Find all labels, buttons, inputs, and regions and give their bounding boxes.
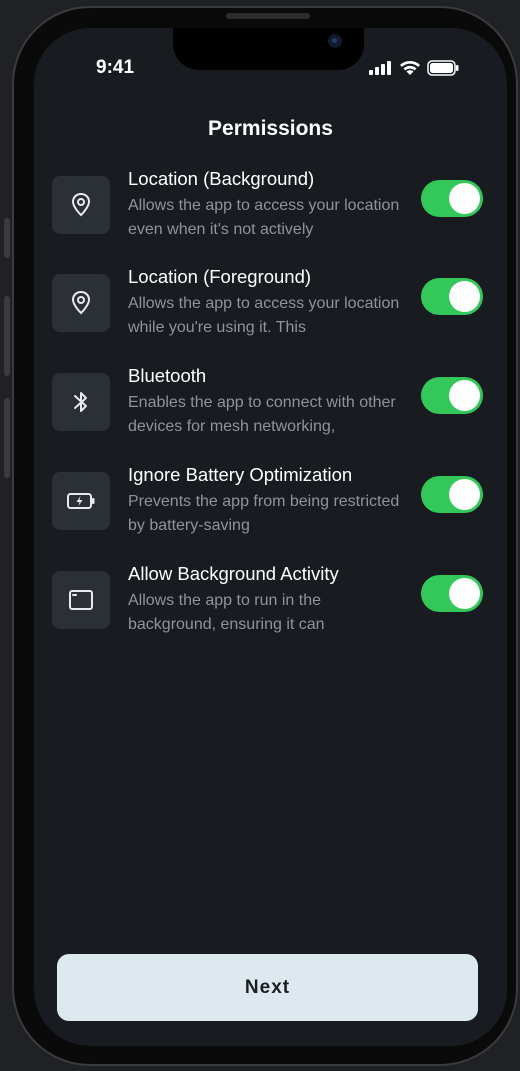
battery-optimization-toggle[interactable] — [421, 476, 483, 513]
volume-down-button — [4, 398, 10, 478]
permission-title: Allow Background Activity — [128, 563, 339, 584]
permission-description: Allows the app to run in the background,… — [128, 592, 325, 633]
permission-row-location-background: Location (Background) Allows the app to … — [52, 168, 492, 250]
permission-description: Allows the app to access your location e… — [128, 197, 400, 238]
permission-row-battery: Ignore Battery Optimization Prevents the… — [52, 464, 492, 546]
background-activity-toggle[interactable] — [421, 575, 483, 612]
signal-icon — [369, 61, 391, 75]
battery-charging-icon — [52, 472, 110, 530]
mute-switch — [4, 218, 10, 258]
notch — [173, 28, 364, 70]
toggle-knob — [449, 183, 480, 214]
speaker-slot — [226, 13, 310, 19]
camera-icon — [328, 34, 342, 48]
permission-row-bluetooth: Bluetooth Enables the app to connect wit… — [52, 365, 492, 447]
wifi-icon — [400, 61, 420, 75]
toggle-knob — [449, 281, 480, 312]
location-pin-icon — [52, 176, 110, 234]
permission-title: Bluetooth — [128, 365, 207, 386]
battery-icon — [427, 60, 459, 76]
status-icons — [369, 60, 459, 76]
permission-title: Ignore Battery Optimization — [128, 464, 353, 485]
next-button[interactable]: Next — [57, 954, 478, 1021]
location-pin-icon — [52, 274, 110, 332]
permission-row-location-foreground: Location (Foreground) Allows the app to … — [52, 266, 492, 348]
permission-description: Allows the app to access your location w… — [128, 295, 400, 336]
volume-up-button — [4, 296, 10, 376]
permission-description: Enables the app to connect with other de… — [128, 394, 396, 435]
toggle-knob — [449, 380, 480, 411]
permission-row-background-activity: Allow Background Activity Allows the app… — [52, 563, 492, 645]
page-title: Permissions — [208, 117, 333, 140]
permission-title: Location (Foreground) — [128, 266, 312, 287]
location-foreground-toggle[interactable] — [421, 278, 483, 315]
app-screen: 9:41 Permissions Location (Background) A… — [34, 28, 507, 1046]
toggle-knob — [449, 479, 480, 510]
toggle-knob — [449, 578, 480, 609]
permission-title: Location (Background) — [128, 168, 315, 189]
permission-description: Prevents the app from being restricted b… — [128, 493, 400, 534]
bluetooth-toggle[interactable] — [421, 377, 483, 414]
window-icon — [52, 571, 110, 629]
bluetooth-icon — [52, 373, 110, 431]
status-time: 9:41 — [96, 57, 135, 78]
location-background-toggle[interactable] — [421, 180, 483, 217]
